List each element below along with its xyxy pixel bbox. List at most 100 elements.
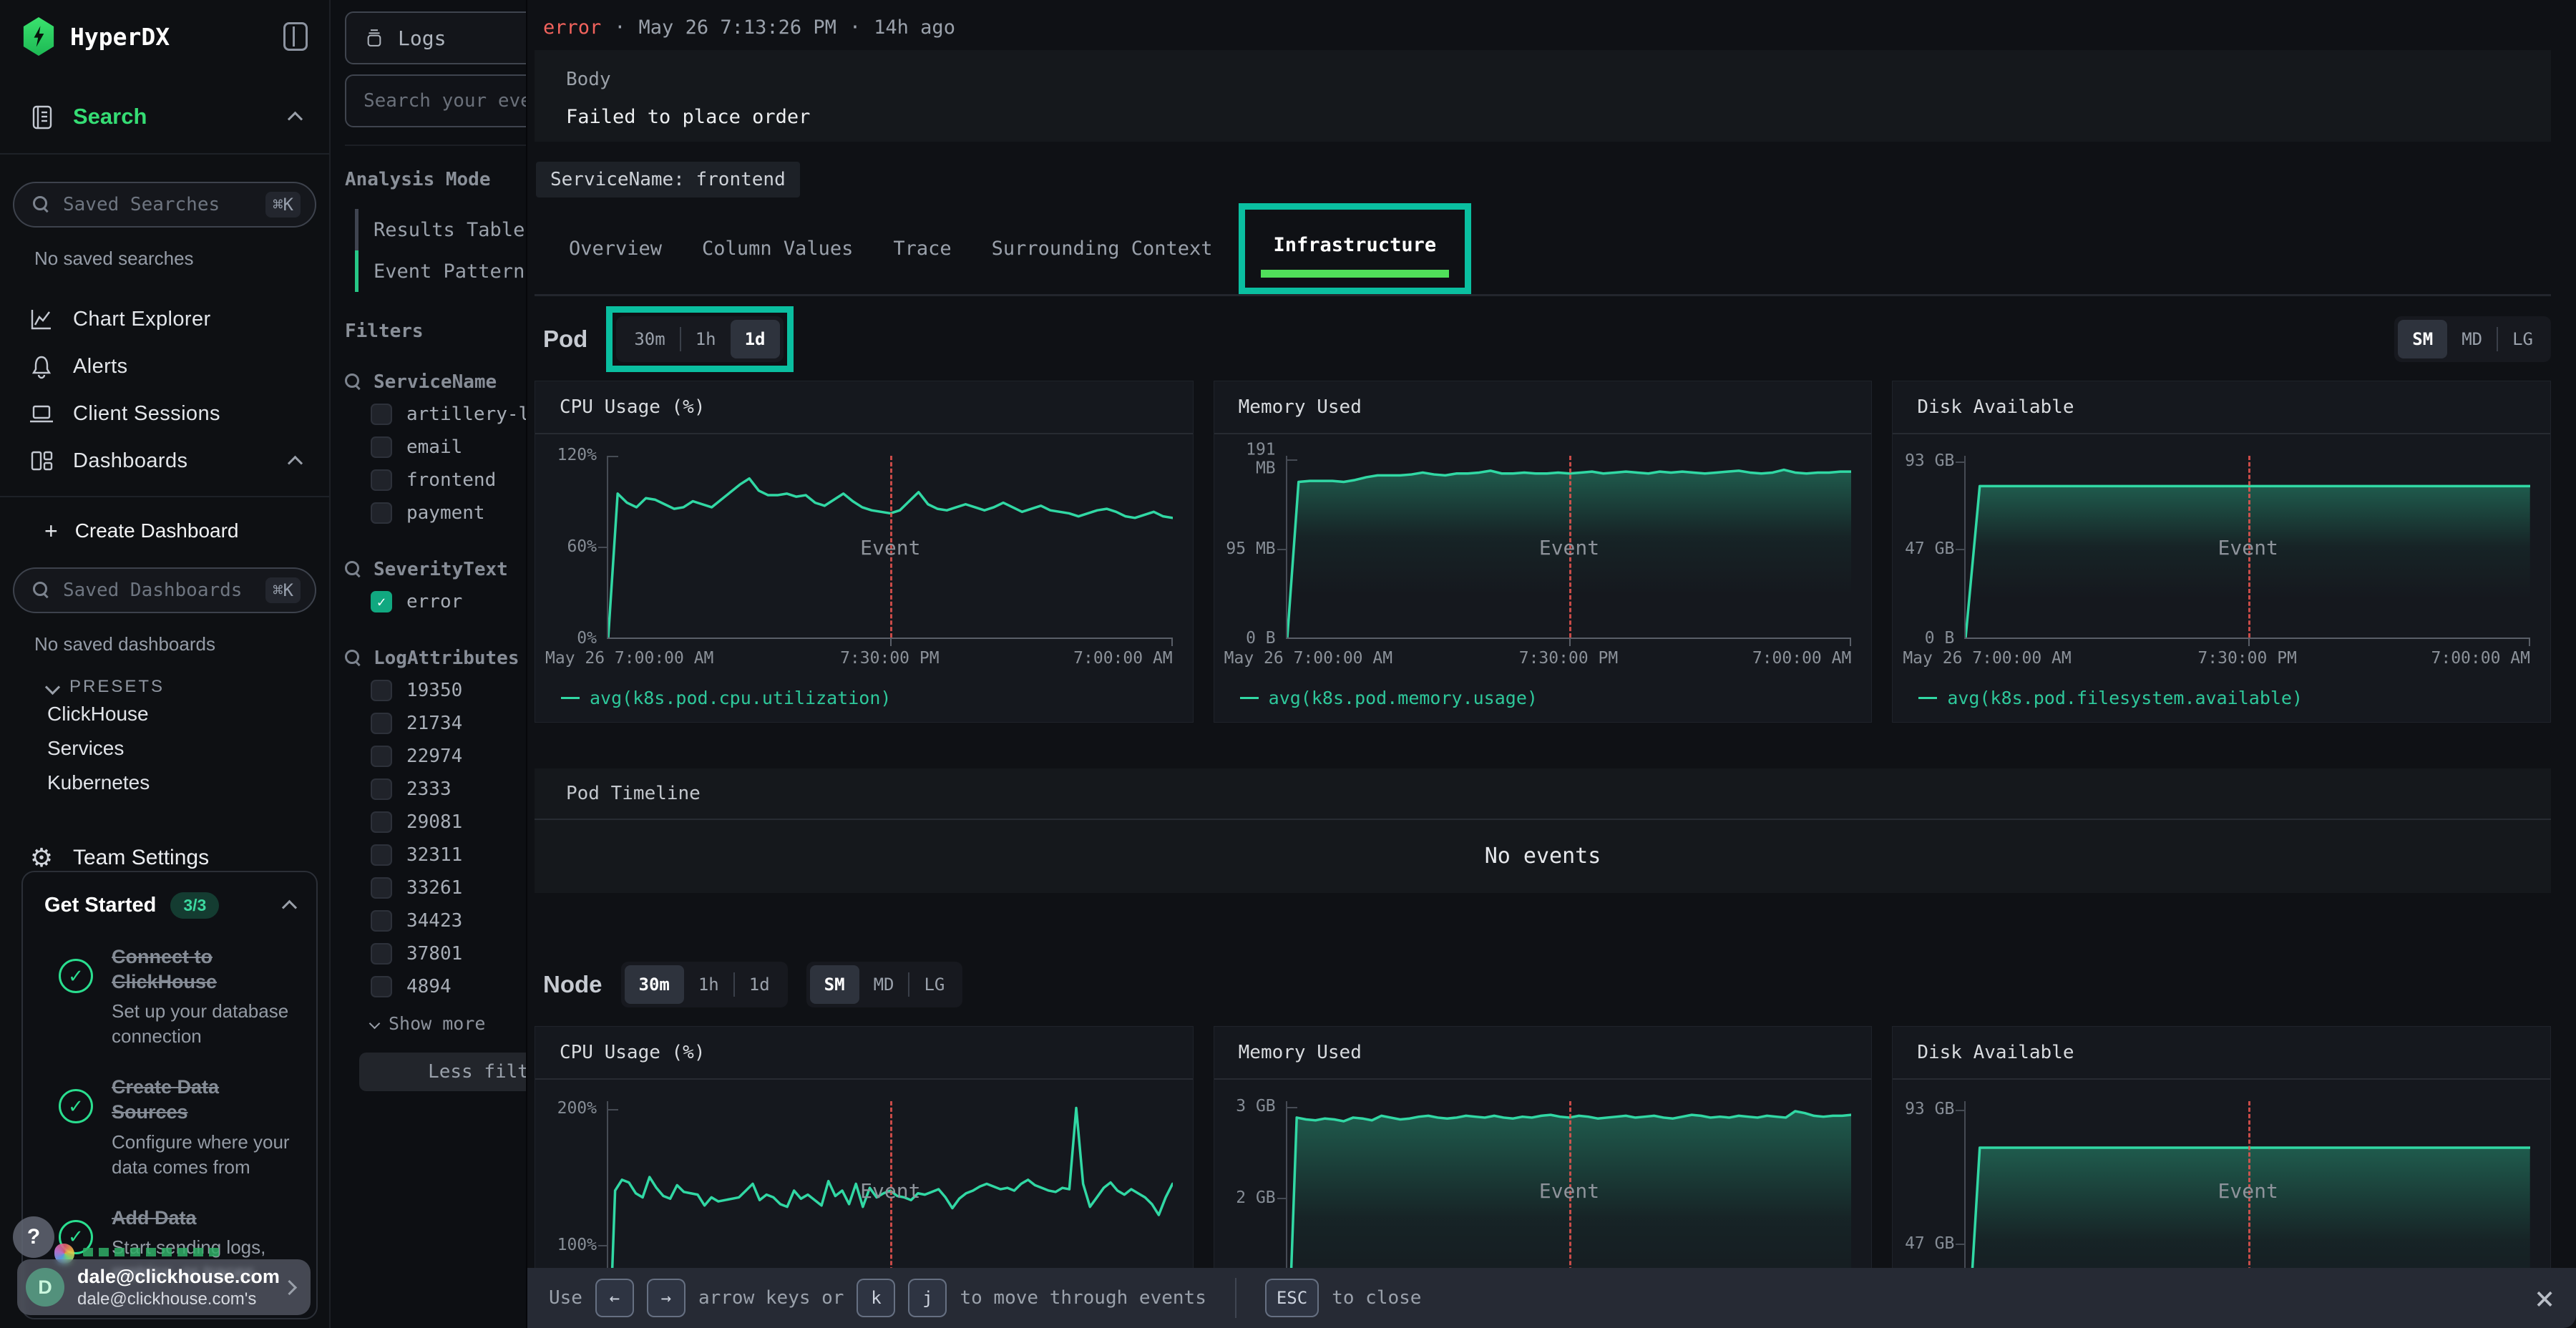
checkbox[interactable] <box>371 436 392 458</box>
sidebar-item-dashboards[interactable]: Dashboards <box>0 437 329 484</box>
mode-results-table[interactable]: Results Table <box>345 209 526 250</box>
size-lg[interactable]: LG <box>909 965 959 1004</box>
plot-area[interactable]: Event <box>1964 456 2530 639</box>
esc-key[interactable]: ESC <box>1265 1279 1319 1317</box>
y-tick-mark <box>1287 1107 1297 1108</box>
filter-group-severitytext[interactable]: SeverityText <box>345 554 526 585</box>
size-md[interactable]: MD <box>859 965 909 1004</box>
plot-area[interactable]: Event <box>1286 456 1852 639</box>
checkbox[interactable] <box>371 910 392 932</box>
legend-label: avg(k8s.pod.filesystem.available) <box>1947 688 2303 708</box>
filter-option[interactable]: 22974 <box>345 740 526 773</box>
checkbox[interactable] <box>371 469 392 491</box>
size-md[interactable]: MD <box>2447 320 2497 358</box>
sidebar-item-client-sessions[interactable]: Client Sessions <box>0 390 329 437</box>
close-icon[interactable]: × <box>2534 1281 2555 1314</box>
checkbox[interactable] <box>371 976 392 997</box>
timerange-30m-selected[interactable]: 30m <box>625 965 684 1004</box>
divider <box>345 145 526 146</box>
tab-overview[interactable]: Overview <box>549 238 682 260</box>
filter-group-logattributes[interactable]: LogAttributes <box>345 643 526 674</box>
checkbox[interactable] <box>371 746 392 767</box>
checkbox[interactable] <box>371 713 392 734</box>
checkbox[interactable] <box>371 680 392 701</box>
filter-option[interactable]: 33261 <box>345 872 526 904</box>
create-dashboard-button[interactable]: + Create Dashboard <box>0 507 329 555</box>
tab-surrounding-context[interactable]: Surrounding Context <box>972 238 1233 260</box>
checkbox[interactable] <box>371 404 392 425</box>
filter-option[interactable]: 2333 <box>345 773 526 806</box>
arrow-left-key[interactable]: ← <box>595 1279 634 1317</box>
filter-group-servicename[interactable]: ServiceName <box>345 366 526 398</box>
source-selector-button[interactable]: Logs <box>345 11 526 64</box>
arrow-right-key[interactable]: → <box>647 1279 686 1317</box>
filter-option[interactable]: 37801 <box>345 937 526 970</box>
mode-label: Results Table <box>374 219 525 241</box>
sidebar-item-label: Dashboards <box>73 449 290 473</box>
timerange-1d-selected[interactable]: 1d <box>731 320 780 358</box>
get-started-header[interactable]: Get Started 3/3 <box>44 892 295 919</box>
timerange-30m[interactable]: 30m <box>620 320 679 358</box>
tab-trace[interactable]: Trace <box>873 238 971 260</box>
tab-infrastructure[interactable]: Infrastructure <box>1245 210 1465 288</box>
filter-option[interactable]: 21734 <box>345 707 526 740</box>
size-sm-selected[interactable]: SM <box>2398 320 2447 358</box>
sidebar-item-kubernetes[interactable]: Kubernetes <box>0 766 329 800</box>
filter-option[interactable]: artillery-loadgen <box>345 398 526 431</box>
chevron-up-icon[interactable] <box>288 455 303 470</box>
timerange-1h[interactable]: 1h <box>681 320 731 358</box>
event-marker-label: Event <box>860 1179 920 1203</box>
pod-section-title: Pod <box>543 326 587 353</box>
size-sm-selected[interactable]: SM <box>810 965 859 1004</box>
filter-option[interactable]: frontend <box>345 464 526 497</box>
less-filters-button[interactable]: Less filters <box>359 1053 526 1091</box>
chevron-up-icon[interactable] <box>288 111 303 126</box>
filter-option[interactable]: 34423 <box>345 904 526 937</box>
saved-dashboards-input[interactable]: Saved Dashboards ⌘K <box>13 567 316 613</box>
plot-area[interactable]: Event <box>607 456 1173 639</box>
filter-value: error <box>406 591 462 612</box>
filter-option[interactable]: email <box>345 431 526 464</box>
sidebar-item-alerts[interactable]: Alerts <box>0 343 329 390</box>
show-more-button[interactable]: Show more <box>345 1013 526 1034</box>
user-menu[interactable]: D dale@clickhouse.com dale@clickhouse.co… <box>17 1259 311 1315</box>
checkbox[interactable] <box>371 502 392 524</box>
filter-option[interactable]: 29081 <box>345 806 526 839</box>
checkbox[interactable] <box>371 844 392 866</box>
sidebar-item-clickhouse[interactable]: ClickHouse <box>0 697 329 731</box>
checkbox[interactable] <box>371 943 392 965</box>
help-button[interactable]: ? <box>13 1216 54 1258</box>
filter-option[interactable]: 4894 <box>345 970 526 1003</box>
sidebar-item-search[interactable]: Search <box>0 80 329 155</box>
filter-option[interactable]: payment <box>345 497 526 529</box>
legend-label: avg(k8s.pod.memory.usage) <box>1269 688 1538 708</box>
mode-event-patterns[interactable]: Event Patterns <box>345 250 526 292</box>
event-search-input[interactable] <box>345 74 526 127</box>
tab-column-values[interactable]: Column Values <box>682 238 873 260</box>
servicename-chip[interactable]: ServiceName: frontend <box>536 162 800 197</box>
checkbox[interactable] <box>371 877 392 899</box>
task-create-data-sources[interactable]: ✓ Create Data Sources Configure where yo… <box>44 1075 295 1179</box>
presets-toggle[interactable]: PRESETS <box>47 677 329 697</box>
j-key[interactable]: j <box>908 1279 947 1317</box>
checkbox[interactable] <box>371 778 392 800</box>
checkbox-checked[interactable]: ✓ <box>371 591 392 612</box>
task-connect-clickhouse[interactable]: ✓ Connect to ClickHouse Set up your data… <box>44 944 295 1049</box>
size-lg[interactable]: LG <box>2498 320 2547 358</box>
sidebar-item-chart-explorer[interactable]: Chart Explorer <box>0 296 329 343</box>
y-tick-mark <box>608 1109 618 1110</box>
checkbox[interactable] <box>371 811 392 833</box>
chart-title: CPU Usage (%) <box>535 1027 1193 1080</box>
chart-pod-disk: Disk Available 93 GB47 GB0 B Event May 2… <box>1892 381 2551 723</box>
filter-option-error[interactable]: ✓ error <box>345 585 526 618</box>
filter-option[interactable]: 32311 <box>345 839 526 872</box>
sidebar-item-services[interactable]: Services <box>0 731 329 766</box>
timerange-1d[interactable]: 1d <box>735 965 784 1004</box>
timerange-1h[interactable]: 1h <box>684 965 733 1004</box>
filter-option[interactable]: 19350 <box>345 674 526 707</box>
k-key[interactable]: k <box>857 1279 895 1317</box>
chevron-up-icon[interactable] <box>282 900 297 915</box>
sidebar-collapse-icon[interactable] <box>283 22 308 51</box>
saved-searches-input[interactable]: Saved Searches ⌘K <box>13 182 316 228</box>
search-icon <box>33 582 50 599</box>
